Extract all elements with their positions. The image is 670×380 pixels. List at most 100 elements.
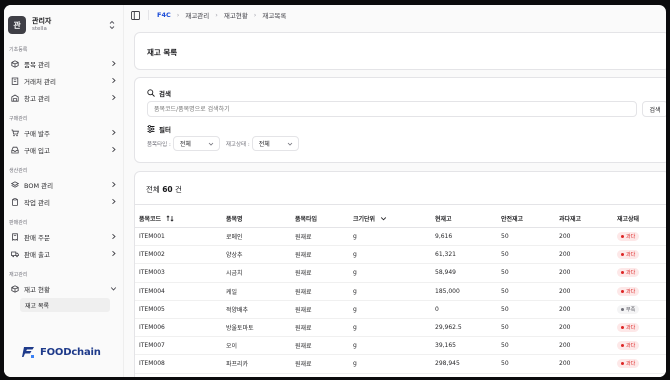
truck-icon (11, 251, 19, 257)
table-body: ITEM001 로메인 원재료 g 9,616 50 200 과다 ITEM002 양상추 원재료 g… (135, 228, 666, 374)
chevron-down-icon[interactable] (380, 215, 387, 222)
sidebar-item[interactable]: 구매 발주 (8, 124, 120, 141)
table-cell: g (353, 287, 357, 295)
table-row[interactable]: ITEM007 오이 원재료 g 39,165 50 200 과다 (135, 337, 666, 356)
sidebar-toggle-icon[interactable] (131, 10, 140, 20)
table-cell: 파프리카 (226, 361, 249, 369)
table-cell: g (353, 251, 357, 259)
sidebar-item[interactable]: 거래처 관리 (8, 72, 120, 89)
clipboard-icon (11, 197, 18, 206)
stock-status-badge: 과다 (617, 337, 640, 354)
table-row[interactable]: ITEM002 양상추 원재료 g 61,321 50 200 과다 (135, 246, 666, 265)
box-icon (11, 284, 19, 293)
table-cell: 원재료 (295, 270, 312, 278)
search-button[interactable]: 검색 (642, 101, 666, 117)
search-filter-card: 검색 검색 필터 품목타입 : 전체 재고상태 : 전체 (134, 77, 666, 163)
app-window: 관 관리자 stella 기초등록 품목 관리 거래처 관리 창고 관리 구매관리 구매 … (4, 5, 666, 377)
table-cell: 298,945 (435, 360, 460, 368)
table-cell: 185,000 (435, 287, 460, 295)
inventory-table-card: 전체 60 건 품목코드 품목명 품목타입 크기단위 현재고 안전재고 과다재고 재고상태 I… (134, 171, 666, 377)
sidebar-subitem-inventory-list[interactable]: 재고 목록 (20, 298, 110, 312)
stock-status-badge: 부족 (617, 301, 640, 318)
sidebar-item[interactable]: 재고 현황 (8, 280, 120, 297)
table-cell: 시금치 (226, 270, 243, 278)
cart-icon (11, 129, 19, 136)
sidebar: 관 관리자 stella 기초등록 품목 관리 거래처 관리 창고 관리 구매관리 구매 … (4, 5, 124, 377)
chevron-down-icon (110, 287, 117, 291)
table-row[interactable]: ITEM005 적양배추 원재료 g 0 50 200 부족 (135, 301, 666, 319)
filter-section-label: 필터 (147, 124, 171, 134)
table-cell: g (353, 360, 357, 368)
table-cell: ITEM002 (139, 251, 165, 259)
breadcrumb-item[interactable]: 재고현황 (224, 10, 248, 20)
package-icon (11, 59, 19, 68)
table-cell: 9,616 (435, 233, 453, 241)
sidebar-item[interactable]: 작업 관리 (8, 193, 120, 210)
sort-icon[interactable] (166, 215, 174, 222)
breadcrumb-current: 재고목록 (262, 12, 287, 20)
table-cell: 50 (501, 287, 509, 295)
table-cell: 58,949 (435, 269, 456, 277)
sidebar-item-label: 판매 주문 (24, 233, 50, 242)
table-row[interactable]: ITEM004 케일 원재료 g 185,000 50 200 과다 (135, 283, 666, 301)
sidebar-item[interactable]: BOM 관리 (8, 176, 120, 193)
sidebar-item[interactable]: 판매 출고 (8, 245, 120, 262)
table-cell: 29,962.5 (435, 324, 462, 332)
page-header-card: 재고 목록 (134, 32, 666, 70)
brand-logo: FOODchain (22, 345, 101, 359)
table-cell: 원재료 (295, 343, 312, 351)
table-cell: 200 (559, 324, 571, 332)
table-cell: 200 (559, 251, 571, 259)
table-row[interactable]: ITEM008 파프리카 원재료 g 298,945 50 200 과다 (135, 355, 666, 374)
column-header[interactable]: 품목코드 (139, 210, 174, 227)
sidebar-item[interactable]: 창고 관리 (8, 89, 120, 106)
building-icon (11, 77, 19, 85)
breadcrumb-root[interactable]: F4C (157, 11, 171, 19)
table-cell: 원재료 (295, 325, 312, 333)
stock-status-badge: 과다 (617, 264, 640, 281)
table-cell: 50 (501, 324, 509, 332)
column-header[interactable]: 크기단위 (353, 210, 387, 227)
stock-status-label: 재고상태 : (225, 141, 250, 148)
table-cell: 로메인 (226, 234, 243, 242)
nav-group-label: 재고관리 (9, 271, 28, 278)
breadcrumb-item[interactable]: 재고관리 (185, 10, 209, 20)
table-cell: 방울토마토 (226, 325, 254, 333)
column-header: 품목명 (226, 216, 243, 223)
table-cell: 원재료 (295, 252, 312, 260)
table-cell: 원재료 (295, 361, 312, 369)
table-row[interactable]: ITEM001 로메인 원재료 g 9,616 50 200 과다 (135, 228, 666, 247)
table-row[interactable]: ITEM006 방울토마토 원재료 g 29,962.5 50 200 과다 (135, 319, 666, 338)
chevron-right-icon (112, 181, 116, 188)
avatar: 관 (8, 16, 26, 34)
sidebar-item[interactable]: 판매 주문 (8, 228, 120, 245)
sidebar-item[interactable]: 구매 입고 (8, 141, 120, 158)
sidebar-item-label: 거래처 관리 (24, 77, 56, 86)
user-id: stella (32, 25, 47, 32)
table-cell: 200 (559, 305, 571, 313)
sidebar-nav: 기초등록 품목 관리 거래처 관리 창고 관리 구매관리 구매 발주 구매 입고 생산관리 BO… (4, 43, 124, 312)
user-name: 관리자 (32, 17, 52, 26)
stock-status-select[interactable]: 전체 (251, 136, 299, 151)
table-cell: 50 (501, 342, 509, 350)
warehouse-icon (11, 94, 19, 102)
logo-text: FOODchain (40, 346, 101, 358)
breadcrumb: F4C › 재고관리 › 재고현황 › 재고목록 (157, 10, 287, 20)
table-cell: g (353, 342, 357, 350)
search-input[interactable] (147, 101, 637, 117)
table-row[interactable]: ITEM003 시금치 원재료 g 58,949 50 200 과다 (135, 264, 666, 283)
stock-status-badge: 과다 (617, 246, 640, 263)
chevron-right-icon (112, 250, 116, 257)
sidebar-item-label: 작업 관리 (24, 198, 50, 207)
sidebar-item[interactable]: 품목 관리 (8, 55, 120, 72)
chevron-down-icon (208, 142, 214, 146)
table-cell: 200 (559, 360, 571, 368)
item-type-select[interactable]: 전체 (172, 136, 220, 151)
total-count: 전체 60 건 (146, 185, 182, 194)
table-cell: g (353, 305, 357, 313)
sidebar-item-label: 구매 입고 (24, 146, 50, 155)
column-header: 현재고 (435, 216, 452, 223)
table-cell: g (353, 324, 357, 332)
topbar: F4C › 재고관리 › 재고현황 › 재고목록 (124, 5, 666, 25)
user-switcher[interactable]: 관 관리자 stella (8, 13, 118, 37)
